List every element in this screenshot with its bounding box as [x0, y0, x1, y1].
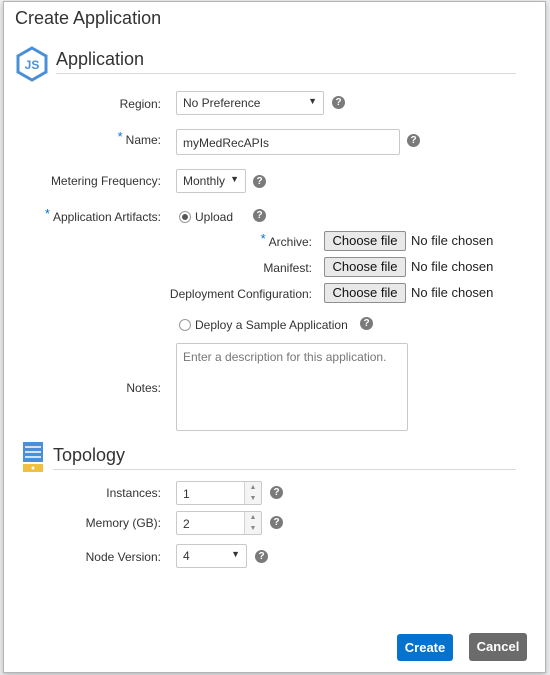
region-value: No Preference [183, 96, 261, 110]
archive-label: * Archive: [260, 231, 312, 249]
manifest-file-status: No file chosen [411, 259, 494, 274]
region-label: Region: [119, 97, 161, 111]
topology-section-title: Topology [53, 445, 126, 465]
name-input[interactable]: myMedRecAPIs [176, 129, 400, 155]
region-select[interactable]: No Preference ▼ [176, 91, 324, 115]
application-section-divider [56, 73, 516, 74]
node-version-value: 4 [183, 549, 190, 563]
upload-radio-label[interactable]: Upload [195, 210, 233, 224]
upload-radio[interactable] [179, 211, 191, 223]
memory-value: 2 [183, 517, 190, 531]
artifacts-help-icon[interactable]: ? [253, 209, 266, 222]
instances-value: 1 [183, 487, 190, 501]
instances-help-icon[interactable]: ? [270, 486, 283, 499]
deployment-choose-file-button[interactable]: Choose file [324, 283, 406, 303]
metering-frequency-select[interactable]: Monthly ▼ [176, 169, 246, 193]
application-artifacts-label-text: Application Artifacts: [52, 210, 161, 224]
node-version-help-icon[interactable]: ? [255, 550, 268, 563]
svg-text:JS: JS [25, 58, 40, 72]
cancel-button[interactable]: Cancel [469, 633, 527, 661]
metering-frequency-value: Monthly [183, 174, 226, 188]
region-help-icon[interactable]: ? [332, 96, 345, 109]
archive-file-status: No file chosen [411, 233, 494, 248]
name-value: myMedRecAPIs [183, 136, 270, 150]
instances-label: Instances: [106, 486, 161, 500]
notes-placeholder: Enter a description for this application… [183, 350, 387, 364]
required-marker: * [260, 231, 266, 246]
nodejs-icon: JS [15, 46, 49, 87]
deploy-sample-radio[interactable] [179, 319, 191, 331]
spin-down-icon[interactable]: ▼ [245, 523, 261, 534]
memory-label: Memory (GB): [85, 516, 161, 530]
metering-frequency-label: Metering Frequency: [50, 174, 161, 188]
archive-choose-file-button[interactable]: Choose file [324, 231, 406, 251]
manifest-label: Manifest: [263, 261, 312, 275]
node-version-label: Node Version: [85, 550, 161, 564]
topology-section-divider [53, 469, 516, 470]
name-label-text: Name: [125, 133, 161, 147]
required-marker: * [117, 129, 123, 144]
deployment-file-status: No file chosen [411, 285, 494, 300]
dialog-title: Create Application [15, 8, 162, 28]
deploy-sample-help-icon[interactable]: ? [360, 317, 373, 330]
metering-help-icon[interactable]: ? [253, 175, 266, 188]
deployment-configuration-label: Deployment Configuration: [169, 287, 312, 301]
create-application-dialog: Create Application JS Application Region… [3, 1, 546, 673]
name-label: * Name: [117, 129, 161, 147]
memory-help-icon[interactable]: ? [270, 516, 283, 529]
required-marker: * [44, 206, 50, 221]
chevron-down-icon: ▼ [308, 96, 317, 106]
create-button[interactable]: Create [397, 634, 453, 661]
deploy-sample-label[interactable]: Deploy a Sample Application [195, 318, 348, 332]
chevron-down-icon: ▼ [231, 549, 240, 559]
archive-label-text: Archive: [268, 235, 312, 249]
notes-textarea[interactable]: Enter a description for this application… [176, 343, 408, 431]
server-stack-icon [22, 441, 44, 478]
spin-down-icon[interactable]: ▼ [245, 493, 261, 504]
instances-spinner[interactable]: 1 ▲ ▼ [176, 481, 262, 505]
manifest-choose-file-button[interactable]: Choose file [324, 257, 406, 277]
node-version-select[interactable]: 4 ▼ [176, 544, 247, 568]
application-artifacts-label: * Application Artifacts: [44, 206, 161, 224]
notes-label: Notes: [126, 381, 161, 395]
application-section-title: Application [56, 49, 145, 69]
memory-spinner[interactable]: 2 ▲ ▼ [176, 511, 262, 535]
chevron-down-icon: ▼ [230, 174, 239, 184]
name-help-icon[interactable]: ? [407, 134, 420, 147]
